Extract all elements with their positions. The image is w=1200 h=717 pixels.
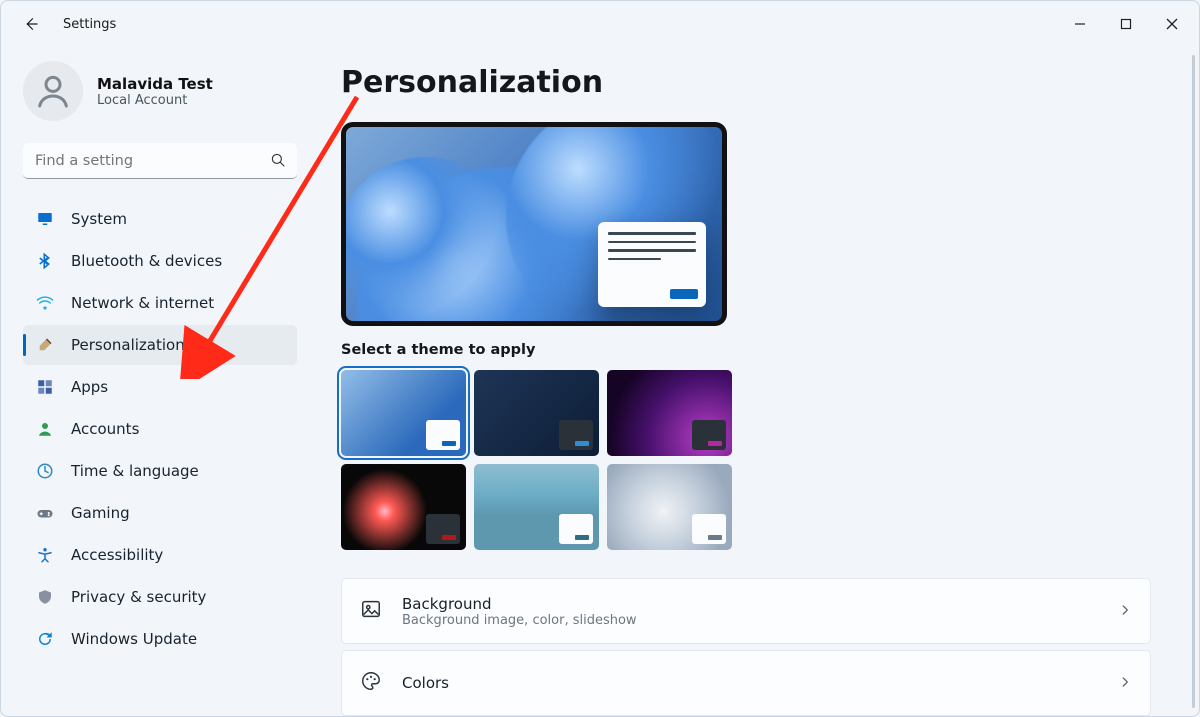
preview-window xyxy=(598,222,706,307)
sidebar-item-label: Personalization xyxy=(71,336,185,354)
theme-sunrise[interactable] xyxy=(474,464,599,550)
person-icon xyxy=(33,71,73,111)
theme-flow[interactable] xyxy=(607,464,732,550)
theme-light-bloom[interactable] xyxy=(341,370,466,456)
sidebar-item-label: Bluetooth & devices xyxy=(71,252,222,270)
sidebar-item-privacy[interactable]: Privacy & security xyxy=(23,577,297,617)
picture-icon xyxy=(360,598,382,624)
theme-mini-preview xyxy=(692,420,726,450)
minimize-button[interactable] xyxy=(1057,4,1103,44)
title-bar: Settings xyxy=(1,1,1199,47)
scrollbar[interactable] xyxy=(1192,55,1195,708)
sidebar-item-accessibility[interactable]: Accessibility xyxy=(23,535,297,575)
chevron-right-icon xyxy=(1118,674,1132,693)
theme-mini-preview xyxy=(559,514,593,544)
avatar xyxy=(23,61,83,121)
globe-clock-icon xyxy=(35,461,55,481)
brush-icon xyxy=(35,335,55,355)
sidebar-item-update[interactable]: Windows Update xyxy=(23,619,297,659)
chevron-right-icon xyxy=(1118,602,1132,621)
accessibility-icon xyxy=(35,545,55,565)
sidebar-item-label: Time & language xyxy=(71,462,199,480)
window-controls xyxy=(1057,4,1195,44)
sidebar: Malavida Test Local Account System Bluet… xyxy=(1,47,311,716)
sidebar-item-label: Network & internet xyxy=(71,294,214,312)
game-icon xyxy=(35,503,55,523)
app-title: Settings xyxy=(63,17,116,32)
sidebar-item-label: Gaming xyxy=(71,504,130,522)
theme-dark-bloom[interactable] xyxy=(474,370,599,456)
sidebar-item-apps[interactable]: Apps xyxy=(23,367,297,407)
close-button[interactable] xyxy=(1149,4,1195,44)
theme-grid xyxy=(341,370,732,550)
account-summary[interactable]: Malavida Test Local Account xyxy=(23,61,297,121)
sidebar-item-label: Accessibility xyxy=(71,546,163,564)
sidebar-item-label: Windows Update xyxy=(71,630,197,648)
sidebar-item-label: Apps xyxy=(71,378,108,396)
sidebar-item-personalization[interactable]: Personalization xyxy=(23,325,297,365)
card-title: Colors xyxy=(402,674,449,692)
user-name: Malavida Test xyxy=(97,75,213,93)
sidebar-item-time[interactable]: Time & language xyxy=(23,451,297,491)
palette-icon xyxy=(360,670,382,696)
back-button[interactable] xyxy=(19,12,43,36)
maximize-icon xyxy=(1120,18,1132,30)
sidebar-item-label: System xyxy=(71,210,127,228)
person-icon xyxy=(35,419,55,439)
theme-section-label: Select a theme to apply xyxy=(341,342,1173,358)
theme-glow[interactable] xyxy=(607,370,732,456)
card-subtitle: Background image, color, slideshow xyxy=(402,613,637,628)
minimize-icon xyxy=(1074,18,1086,30)
nav-list: System Bluetooth & devices Network & int… xyxy=(23,199,297,659)
arrow-left-icon xyxy=(22,15,40,33)
sidebar-item-gaming[interactable]: Gaming xyxy=(23,493,297,533)
close-icon xyxy=(1166,18,1178,30)
settings-card-list: Background Background image, color, slid… xyxy=(341,578,1151,716)
shield-icon xyxy=(35,587,55,607)
sidebar-item-system[interactable]: System xyxy=(23,199,297,239)
wifi-icon xyxy=(35,293,55,313)
maximize-button[interactable] xyxy=(1103,4,1149,44)
page-title: Personalization xyxy=(341,65,1173,100)
sidebar-item-network[interactable]: Network & internet xyxy=(23,283,297,323)
user-account-type: Local Account xyxy=(97,93,213,108)
sidebar-item-label: Accounts xyxy=(71,420,139,438)
main-content: Personalization Select a theme to apply … xyxy=(311,47,1199,716)
theme-mini-preview xyxy=(559,420,593,450)
theme-mini-preview xyxy=(426,420,460,450)
apps-icon xyxy=(35,377,55,397)
bluetooth-icon xyxy=(35,251,55,271)
setting-card-background[interactable]: Background Background image, color, slid… xyxy=(341,578,1151,644)
monitor-icon xyxy=(35,209,55,229)
setting-card-colors[interactable]: Colors xyxy=(341,650,1151,716)
card-title: Background xyxy=(402,595,637,613)
sidebar-item-label: Privacy & security xyxy=(71,588,206,606)
theme-captured[interactable] xyxy=(341,464,466,550)
search-input[interactable] xyxy=(23,143,297,179)
theme-mini-preview xyxy=(426,514,460,544)
search-box[interactable] xyxy=(23,143,297,179)
update-icon xyxy=(35,629,55,649)
sidebar-item-accounts[interactable]: Accounts xyxy=(23,409,297,449)
search-icon xyxy=(269,151,287,173)
desktop-preview[interactable] xyxy=(341,122,727,326)
sidebar-item-bluetooth[interactable]: Bluetooth & devices xyxy=(23,241,297,281)
theme-mini-preview xyxy=(692,514,726,544)
